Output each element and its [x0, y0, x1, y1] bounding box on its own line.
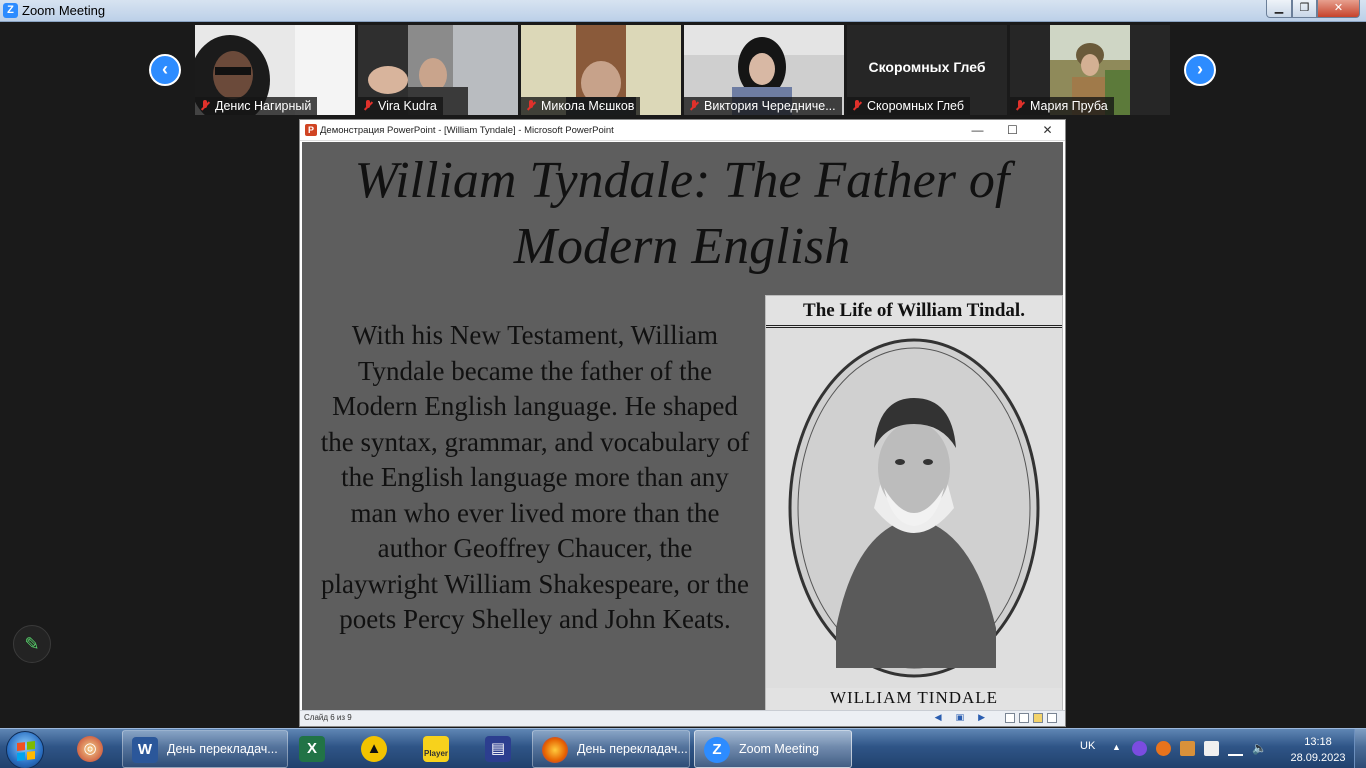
view-buttons	[1005, 713, 1057, 723]
zoom-titlebar: Z Zoom Meeting ▁ ❐ ✕	[0, 0, 1366, 22]
muted-mic-icon	[688, 100, 700, 112]
participant-tile[interactable]: Vira Kudra	[358, 25, 518, 115]
slide-body-text: With his New Testament, William Tyndale …	[320, 320, 750, 634]
participant-strip: Денис Нагирный Vira Kudra Микола Мєшков	[195, 25, 1170, 115]
taskbar-pinned-app[interactable]: ◎	[68, 730, 110, 768]
powerpoint-window: P Демонстрация PowerPoint - [William Tyn…	[299, 119, 1066, 727]
participant-name-bar: Мария Пруба	[1010, 97, 1114, 115]
portrait-caption-top: The Life of William Tindal.	[766, 296, 1062, 328]
viber-icon[interactable]	[1132, 741, 1147, 756]
powerpoint-window-title: Демонстрация PowerPoint - [William Tynda…	[320, 125, 614, 136]
tray-app-icon[interactable]	[1156, 741, 1171, 756]
zoom-icon: Z	[704, 737, 730, 763]
next-slide-icon[interactable]: ▶	[978, 712, 985, 723]
firefox-icon	[542, 737, 568, 763]
participant-name: Денис Нагирный	[215, 99, 312, 113]
slide-counter: Слайд 6 из 9	[304, 713, 352, 722]
taskbar-word-window[interactable]: W День перекладач...	[122, 730, 288, 768]
excel-icon: X	[299, 736, 325, 762]
powerpoint-icon: P	[305, 124, 317, 136]
window-controls: ▁ ❐ ✕	[1266, 0, 1360, 18]
taskbar-save-app[interactable]: ▤	[476, 730, 524, 768]
floppy-icon: ▤	[485, 736, 511, 762]
participant-name: Виктория Чередниче...	[704, 99, 836, 113]
participant-name: Мария Пруба	[1030, 99, 1108, 113]
normal-view-icon[interactable]	[1005, 713, 1015, 723]
powerpoint-window-controls: — ☐ ✕	[960, 120, 1065, 140]
mail-icon[interactable]	[1180, 741, 1195, 756]
participant-name: Скоромных Глеб	[867, 99, 965, 113]
clock-time: 13:18	[1304, 736, 1332, 748]
participant-tile[interactable]: Мария Пруба	[1010, 25, 1170, 115]
taskbar-item-label: День перекладач...	[167, 742, 278, 756]
windows-taskbar: ◎ W День перекладач... X ▲ Player ▤ День…	[0, 728, 1366, 768]
taskbar-archicad[interactable]: ▲	[352, 730, 400, 768]
previous-page-button[interactable]: ‹	[149, 54, 181, 86]
annotate-pencil-icon[interactable]: ✎	[13, 625, 51, 663]
powerpoint-titlebar: P Демонстрация PowerPoint - [William Tyn…	[300, 120, 1065, 141]
start-button[interactable]	[6, 731, 44, 768]
reading-view-icon[interactable]	[1033, 713, 1043, 723]
taskbar-zoom-window[interactable]: Z Zoom Meeting	[694, 730, 852, 768]
participant-name-bar: Vira Kudra	[358, 97, 443, 115]
powerpoint-status-bar: Слайд 6 из 9 ◀ ▣ ▶	[300, 710, 1065, 726]
taskbar-item-label: Zoom Meeting	[739, 742, 819, 756]
minimize-icon[interactable]: —	[960, 120, 995, 140]
show-desktop-button[interactable]	[1354, 729, 1366, 768]
engraving-illustration	[766, 328, 1062, 688]
maximize-button[interactable]: ❐	[1292, 0, 1317, 18]
muted-mic-icon	[851, 100, 863, 112]
participant-name-bar: Микола Мєшков	[521, 97, 641, 115]
next-page-button[interactable]: ›	[1184, 54, 1216, 86]
triangle-app-icon: ▲	[361, 736, 387, 762]
participant-name: Микола Мєшков	[541, 99, 635, 113]
muted-mic-icon	[1014, 100, 1026, 112]
window-title: Zoom Meeting	[22, 3, 106, 18]
taskbar-excel[interactable]: X	[290, 730, 338, 768]
slideshow-view-icon[interactable]	[1047, 713, 1057, 723]
slide-navigation: ◀ ▣ ▶	[935, 712, 985, 723]
minimize-button[interactable]: ▁	[1266, 0, 1292, 18]
show-hidden-icons-icon[interactable]: ▲	[1112, 742, 1121, 752]
portrait-caption-bottom: WILLIAM TINDALE	[829, 688, 999, 707]
taskbar-firefox-window[interactable]: День перекладач...	[532, 730, 690, 768]
taskbar-item-label: День перекладач...	[577, 742, 688, 756]
participant-name-bar: Виктория Чередниче...	[684, 97, 842, 115]
slide[interactable]: William Tyndale: The Father of Modern En…	[302, 142, 1063, 711]
participant-tile[interactable]: Денис Нагирный	[195, 25, 355, 115]
player-icon: Player	[423, 736, 449, 762]
word-icon: W	[132, 737, 158, 763]
participant-name: Vira Kudra	[378, 99, 437, 113]
participant-name-bar: Скоромных Глеб	[847, 97, 971, 115]
zoom-app-icon: Z	[3, 3, 18, 18]
muted-mic-icon	[199, 100, 211, 112]
participant-tile[interactable]: Микола Мєшков	[521, 25, 681, 115]
network-signal-icon[interactable]	[1228, 741, 1243, 756]
slide-menu-icon[interactable]: ▣	[956, 712, 965, 723]
slide-title: William Tyndale: The Father of Modern En…	[354, 152, 1010, 275]
clock-date: 28.09.2023	[1290, 752, 1346, 764]
tyndale-portrait-image: The Life of William Tindal. WILLIAM TIND…	[765, 295, 1063, 711]
language-indicator[interactable]: UK	[1080, 740, 1095, 752]
windows-logo-icon	[17, 741, 35, 761]
previous-slide-icon[interactable]: ◀	[935, 712, 942, 723]
participant-tile[interactable]: Виктория Чередниче...	[684, 25, 844, 115]
sorter-view-icon[interactable]	[1019, 713, 1029, 723]
muted-mic-icon	[362, 100, 374, 112]
volume-icon[interactable]: 🔈	[1252, 741, 1267, 756]
device-icon[interactable]	[1204, 741, 1219, 756]
app-icon: ◎	[77, 736, 103, 762]
maximize-icon[interactable]: ☐	[995, 120, 1030, 140]
taskbar-player[interactable]: Player	[414, 730, 462, 768]
close-icon[interactable]: ✕	[1030, 120, 1065, 140]
participant-video-label: Скоромных Глеб	[868, 59, 986, 75]
close-button[interactable]: ✕	[1317, 0, 1360, 18]
participant-tile[interactable]: Скоромных Глеб Скоромных Глеб	[847, 25, 1007, 115]
muted-mic-icon	[525, 100, 537, 112]
participant-name-bar: Денис Нагирный	[195, 97, 318, 115]
system-clock[interactable]: 13:18 28.09.2023	[1278, 734, 1358, 766]
